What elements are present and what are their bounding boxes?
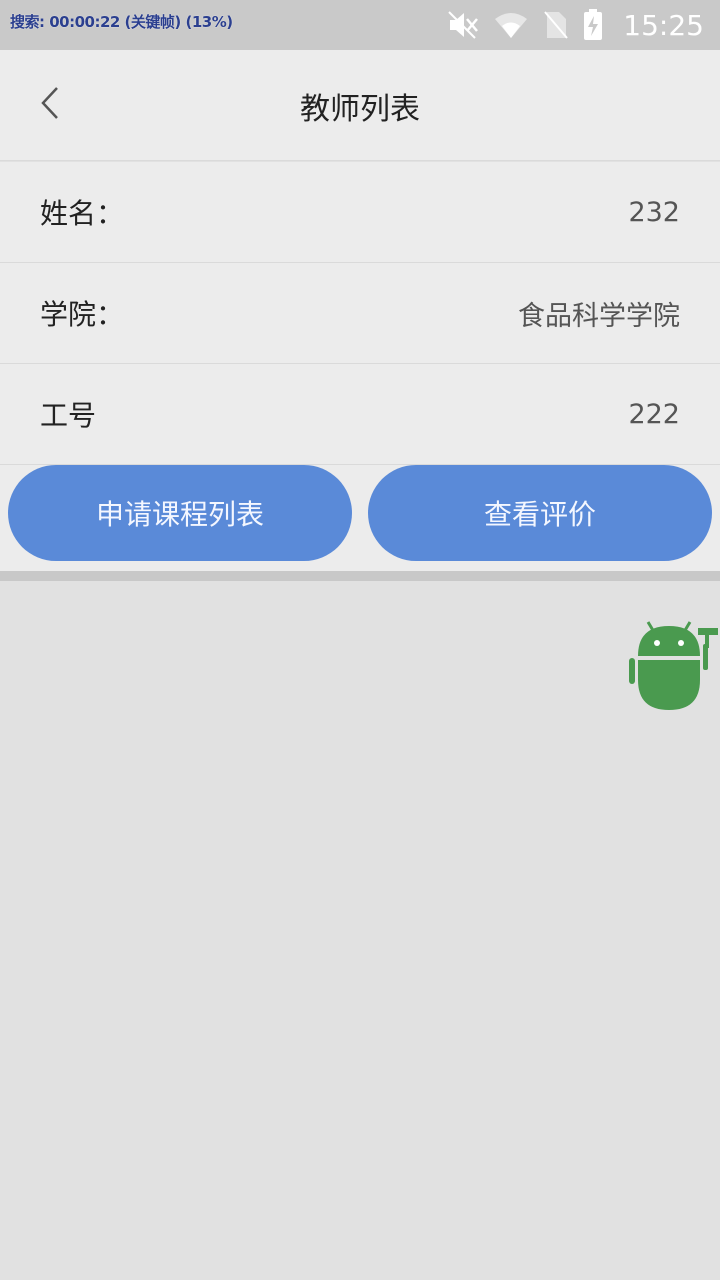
- info-row-name: 姓名： 232: [0, 162, 720, 263]
- chevron-left-icon: [39, 85, 61, 125]
- section-divider: [0, 571, 720, 581]
- college-value: 食品科学学院: [518, 300, 680, 332]
- college-label: 学院：: [40, 298, 125, 331]
- action-bar: 申请课程列表 查看评价: [0, 465, 720, 571]
- android-robot-icon[interactable]: [626, 616, 720, 716]
- name-label: 姓名：: [40, 197, 125, 230]
- mute-icon: [447, 10, 479, 40]
- status-bar: 搜索: 00:00:22 (关键帧) (13%) 15:25: [0, 0, 720, 50]
- no-sim-icon: [543, 10, 569, 40]
- info-row-employee-id: 工号 222: [0, 364, 720, 465]
- view-reviews-button[interactable]: 查看评价: [368, 465, 712, 561]
- employee-id-value: 222: [628, 398, 680, 430]
- wifi-icon: [493, 10, 529, 40]
- apply-course-list-button[interactable]: 申请课程列表: [8, 465, 352, 561]
- name-value: 232: [628, 196, 680, 228]
- status-icons: 15:25: [447, 8, 704, 42]
- app-header: 教师列表: [0, 50, 720, 161]
- page-title: 教师列表: [300, 91, 420, 127]
- status-time: 15:25: [623, 8, 704, 42]
- employee-id-label: 工号: [40, 399, 97, 432]
- info-row-college: 学院： 食品科学学院: [0, 263, 720, 364]
- back-button[interactable]: [28, 80, 72, 130]
- recording-overlay-text: 搜索: 00:00:22 (关键帧) (13%): [10, 13, 233, 31]
- teacher-info-list: 姓名： 232 学院： 食品科学学院 工号 222: [0, 162, 720, 465]
- battery-charging-icon: [583, 9, 603, 41]
